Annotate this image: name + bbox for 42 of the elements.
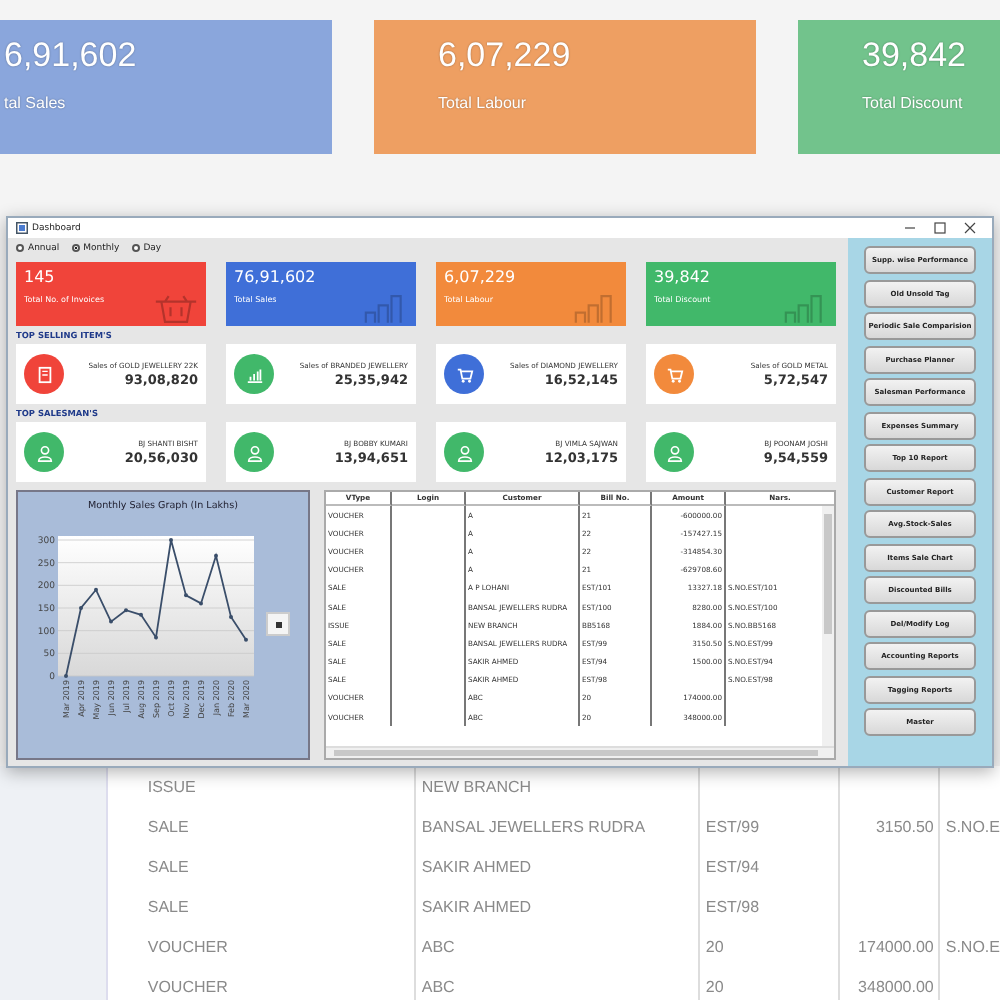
stat-value: 39,842 [654, 268, 712, 286]
table-cell: EST/94 [705, 857, 760, 875]
horizontal-scrollbar[interactable] [326, 746, 834, 758]
table-cell-text: SALE [145, 855, 191, 879]
table-cell: ABC [413, 926, 698, 966]
vertical-scrollbar[interactable] [822, 506, 834, 746]
stat-value: 39,842 [862, 36, 968, 76]
table-cell-text: ISSUE [145, 775, 198, 799]
table-cell: SAKIR AHMED [413, 846, 698, 886]
stat-label: tal Sales [4, 94, 68, 112]
table-cell: S.NO.E [945, 817, 1000, 835]
table-cell-text: SALE [145, 815, 191, 839]
table-cell: 174000.00 [858, 937, 934, 955]
table-cell-text: VOUCHER [145, 935, 230, 959]
table-cell: 20 [705, 977, 724, 995]
close-icon[interactable] [964, 222, 976, 234]
table-cell: EST/98 [705, 897, 760, 915]
table-cell-text: VOUCHER [145, 975, 230, 999]
minimize-icon[interactable] [904, 222, 916, 234]
table-cell: SAKIR AHMED [413, 886, 698, 926]
stat-value: 6,07,229 [444, 268, 518, 286]
stat-label: Total Discount [862, 94, 965, 112]
stat-value: 6,91,602 [4, 36, 139, 76]
bar-chart-icon [574, 294, 618, 324]
table-cell: BANSAL JEWELLERS RUDRA [413, 806, 698, 846]
stat-value: 76,91,602 [234, 268, 318, 286]
basket-icon [154, 294, 198, 324]
table-cell: S.NO.E [945, 937, 1000, 955]
bar-chart-icon [364, 294, 408, 324]
table-cell-text: SALE [145, 895, 191, 919]
table-cell: 20 [705, 937, 724, 955]
stat-value: 145 [24, 268, 57, 286]
table-cell: 348000.00 [858, 977, 934, 995]
stat-value: 6,07,229 [438, 36, 573, 76]
legend-button[interactable] [266, 612, 290, 636]
table-cell: ABC [413, 966, 698, 1000]
bar-chart-icon [784, 294, 828, 324]
table-cell: 3150.50 [875, 817, 934, 835]
stat-label: Total Labour [438, 94, 529, 112]
maximize-icon[interactable] [934, 222, 946, 234]
square-icon [275, 621, 281, 627]
table-cell: EST/99 [705, 817, 760, 835]
